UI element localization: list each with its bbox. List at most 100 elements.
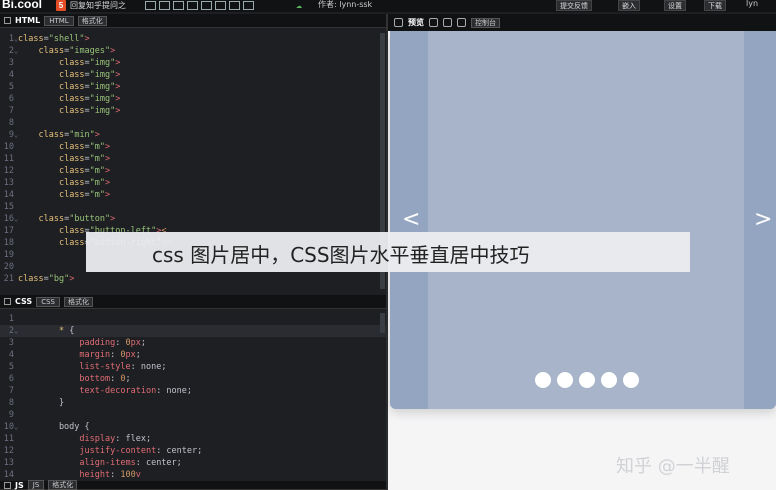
line-number: 11: [3, 154, 14, 164]
code-line[interactable]: 2 ⌄ * {: [0, 325, 386, 337]
line-number: 9: [8, 410, 14, 420]
html-lang-select[interactable]: HTML: [44, 15, 74, 26]
code-text: align-items: center;: [79, 458, 182, 468]
code-line[interactable]: 12 class="m">: [0, 165, 386, 177]
code-line[interactable]: 3 class="img">: [0, 57, 386, 69]
embed-button[interactable]: 嵌入: [618, 0, 640, 11]
code-line[interactable]: 6 bottom: 0;: [0, 373, 386, 385]
code-line[interactable]: 1: [0, 313, 386, 325]
code-line[interactable]: 8 }: [0, 397, 386, 409]
code-line[interactable]: 7 text-decoration: none;: [0, 385, 386, 397]
code-text: padding: 0px;: [79, 338, 146, 348]
code-text: class="shell">: [18, 34, 90, 44]
carousel-dot[interactable]: [623, 372, 639, 388]
code-text: body {: [18, 422, 90, 432]
code-line[interactable]: 8: [0, 117, 386, 129]
carousel-dot[interactable]: [601, 372, 617, 388]
line-number: 12: [3, 446, 14, 456]
code-line[interactable]: 7 class="img">: [0, 105, 386, 117]
layout-icon[interactable]: [243, 1, 254, 10]
layout-icon[interactable]: [159, 1, 170, 10]
code-text: class="img">: [58, 94, 121, 104]
code-line[interactable]: 16 ⌄ class="button">: [0, 213, 386, 225]
layout-icon[interactable]: [173, 1, 184, 10]
carousel-dot[interactable]: [579, 372, 595, 388]
line-number: 16: [3, 214, 14, 224]
download-button[interactable]: 下载: [704, 0, 726, 11]
js-pane-title: JS: [15, 480, 24, 490]
code-text: class="images">: [38, 46, 116, 56]
line-number: 3: [8, 338, 14, 348]
code-line[interactable]: 1 ⌄ class="shell">: [0, 33, 386, 45]
line-number: 12: [3, 166, 14, 176]
line-number: 4: [8, 350, 14, 360]
carousel-dot[interactable]: [557, 372, 573, 388]
layout-icon[interactable]: [201, 1, 212, 10]
top-toolbar: Bi.cool 5 回复知乎提问之 ☁ 作者: lynn-ssk 提交反馈 嵌入…: [0, 0, 776, 12]
code-line[interactable]: 11 class="m">: [0, 153, 386, 165]
console-button[interactable]: 控制台: [471, 17, 500, 28]
code-line[interactable]: 9 ⌄ class="min">: [0, 129, 386, 141]
cloud-icon[interactable]: ☁: [296, 0, 302, 11]
css-scrollbar[interactable]: [380, 313, 385, 333]
refresh-icon[interactable]: [429, 18, 438, 27]
css-editor[interactable]: 1 2 ⌄ * {3 padding: 0px; 4 margin: 0px; 5 li…: [0, 313, 386, 481]
code-line[interactable]: 6 class="img">: [0, 93, 386, 105]
code-text: * {: [58, 326, 75, 336]
code-line[interactable]: 4 class="img">: [0, 69, 386, 81]
line-number: 8: [8, 118, 14, 128]
html-format-button[interactable]: 格式化: [77, 15, 107, 26]
html-pane-title: HTML: [15, 16, 41, 25]
code-text: }: [18, 398, 65, 408]
carousel-next-button[interactable]: >: [754, 207, 772, 232]
line-number: 19: [3, 250, 14, 260]
code-line[interactable]: 14 class="m">: [0, 189, 386, 201]
js-pane-icon: [4, 481, 11, 489]
caption-text: css 图片居中，CSS图片水平垂直居中技巧: [152, 243, 530, 267]
carousel-dot[interactable]: [535, 372, 551, 388]
css-format-button[interactable]: 格式化: [63, 296, 93, 307]
code-text: class="img">: [58, 58, 121, 68]
code-text: margin: 0px;: [79, 350, 141, 360]
carousel-prev-button[interactable]: <: [402, 207, 420, 232]
layout-icon[interactable]: [229, 1, 240, 10]
line-number: 17: [3, 226, 14, 236]
code-line[interactable]: 5 class="img">: [0, 81, 386, 93]
code-line[interactable]: 4 margin: 0px;: [0, 349, 386, 361]
line-number: 13: [3, 178, 14, 188]
code-text: class="img">: [58, 82, 121, 92]
code-line[interactable]: 10 ⌄ body {: [0, 421, 386, 433]
html-pane-icon: [4, 17, 11, 24]
code-line[interactable]: 2 ⌄ class="images">: [0, 45, 386, 57]
fullscreen-icon[interactable]: [443, 18, 452, 27]
line-number: 18: [3, 238, 14, 248]
layout-icon[interactable]: [187, 1, 198, 10]
code-line[interactable]: 9: [0, 409, 386, 421]
user-avatar[interactable]: lyn: [746, 0, 758, 8]
project-title[interactable]: 回复知乎提问之: [70, 0, 126, 11]
feedback-button[interactable]: 提交反馈: [556, 0, 592, 11]
code-text: bottom: 0;: [79, 374, 131, 384]
code-line[interactable]: 12 justify-content: center;: [0, 445, 386, 457]
layout-icon[interactable]: [215, 1, 226, 10]
code-line[interactable]: 21 class="bg">: [0, 273, 386, 285]
code-text: display: flex;: [79, 434, 152, 444]
settings-button[interactable]: 设置: [664, 0, 686, 11]
open-new-icon[interactable]: [457, 18, 466, 27]
code-line[interactable]: 13 class="m">: [0, 177, 386, 189]
code-line[interactable]: 10 class="m">: [0, 141, 386, 153]
layout-icon[interactable]: [145, 1, 156, 10]
app-logo[interactable]: Bi.cool: [2, 0, 42, 11]
css-lang-select[interactable]: CSS: [36, 296, 60, 307]
code-line[interactable]: 5 list-style: none;: [0, 361, 386, 373]
line-number: 6: [8, 374, 14, 384]
code-line[interactable]: 15: [0, 201, 386, 213]
js-format-button[interactable]: 格式化: [48, 480, 78, 490]
line-number: 13: [3, 458, 14, 468]
code-line[interactable]: 3 padding: 0px;: [0, 337, 386, 349]
code-line[interactable]: 13 align-items: center;: [0, 457, 386, 469]
code-line[interactable]: 11 display: flex;: [0, 433, 386, 445]
js-lang-select[interactable]: JS: [27, 480, 45, 490]
line-number: 14: [3, 190, 14, 200]
